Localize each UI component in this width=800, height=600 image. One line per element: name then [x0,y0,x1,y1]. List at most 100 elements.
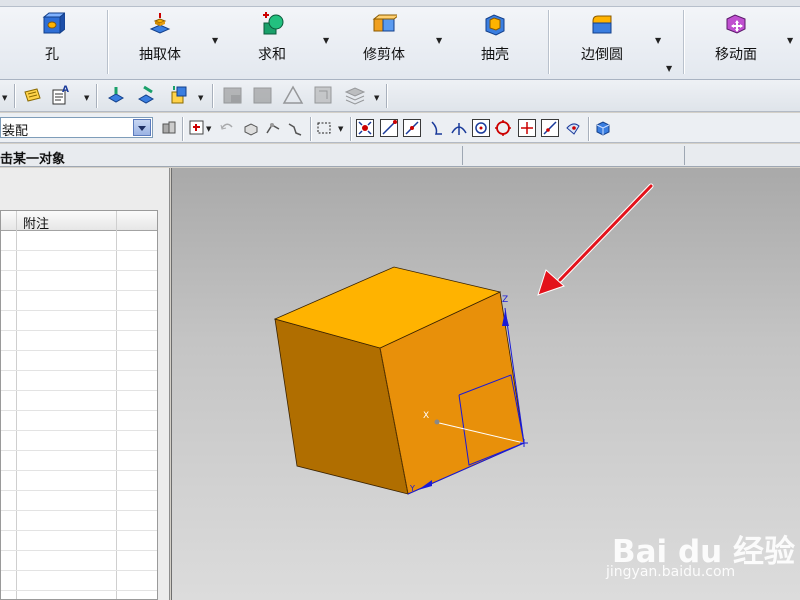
snap-existing-point-icon[interactable] [518,119,536,137]
select-feature-dropdown-caret[interactable]: ▼ [206,125,211,133]
navigator-row[interactable] [1,471,157,491]
pmi-note-icon[interactable] [22,84,44,106]
extract-body-icon [147,11,173,37]
combo-dropdown-button[interactable] [133,119,151,136]
navigator-row[interactable] [1,311,157,331]
shell-icon [482,11,508,37]
navigator-row[interactable] [1,391,157,411]
graphics-window[interactable]: Z X Y [171,168,800,600]
trim-body-label: 修剪体 [363,47,405,63]
column-header-notes[interactable]: 附注 [23,213,49,232]
snap-quadrant-icon[interactable] [494,119,512,137]
move-face-dropdown-caret[interactable]: ▼ [787,36,793,45]
snap-point-on-curve-icon[interactable] [541,119,559,137]
svg-text:A: A [62,85,69,95]
filter-settings-icon[interactable] [160,119,178,137]
rectangle-select-icon[interactable] [316,119,334,137]
trim-body-dropdown-caret[interactable]: ▼ [436,36,442,45]
toolbar-separator [310,117,311,141]
snap-intersection-icon[interactable] [450,119,468,137]
triangle-shape-icon[interactable] [282,84,304,106]
assembly-dropdown-caret[interactable]: ▼ [198,94,203,102]
ribbon-separator [683,10,684,74]
annotation-dropdown-caret[interactable]: ▼ [84,94,89,102]
select-body-icon[interactable] [242,119,260,137]
unite-icon [259,11,285,37]
layers-icon[interactable] [344,84,366,106]
navigator-row[interactable] [1,331,157,351]
unite-button[interactable]: 求和 [250,8,294,76]
snap-point-on-face-icon[interactable] [564,119,582,137]
move-component-icon[interactable] [136,84,158,106]
snap-control-point-icon[interactable] [356,119,374,137]
extract-body-button[interactable]: 抽取体 [132,8,188,76]
navigator-row[interactable] [1,431,157,451]
prompt-text: 击某一对象 [0,152,66,167]
navigator-row[interactable] [1,271,157,291]
navigator-row[interactable] [1,571,157,591]
ribbon-group-more-caret[interactable]: ▼ [666,64,672,73]
toolbar-separator [588,117,589,141]
part-navigator-grid[interactable]: 附注 [0,210,158,600]
drawing-view-icon[interactable] [312,84,334,106]
assembly-constraint-icon[interactable] [106,84,128,106]
status-divider [462,146,463,165]
callout-arrow [537,183,654,296]
hole-label: 孔 [45,47,59,63]
edge-blend-dropdown-caret[interactable]: ▼ [655,36,661,45]
grid-header: 附注 [1,211,157,232]
navigator-row[interactable] [1,411,157,431]
navigator-row[interactable] [1,491,157,511]
move-face-label: 移动面 [715,47,757,63]
navigator-row[interactable] [1,291,157,311]
view-orientation-cube-icon[interactable] [594,119,612,137]
ribbon-top-strip [0,0,800,7]
hole-button[interactable]: 孔 [30,8,74,76]
navigator-row[interactable] [1,351,157,371]
ribbon-separator [548,10,549,74]
shell-label: 抽壳 [481,47,509,63]
trim-body-button[interactable]: 修剪体 [356,8,412,76]
selection-scope-combo[interactable]: 装配 [0,117,153,139]
feature-toolbar: ▼ A ▼ ▼ ▼ [0,80,800,112]
text-annotation-icon[interactable]: A [50,84,72,106]
extract-body-dropdown-caret[interactable]: ▼ [212,36,218,45]
select-tangent-icon[interactable] [286,119,304,137]
navigator-row[interactable] [1,451,157,471]
svg-text:Y: Y [409,484,415,493]
view-section-icon[interactable] [222,84,244,106]
navigator-row[interactable] [1,551,157,571]
part-navigator-panel: 附注 [0,168,170,600]
navigator-row[interactable] [1,531,157,551]
move-face-button[interactable]: 移动面 [708,8,764,76]
edge-blend-button[interactable]: 边倒圆 [574,8,630,76]
unite-dropdown-caret[interactable]: ▼ [323,36,329,45]
extract-body-label: 抽取体 [139,47,181,63]
snap-midpoint-icon[interactable] [403,119,421,137]
toolbar-separator [350,117,351,141]
navigator-row[interactable] [1,511,157,531]
select-edge-icon[interactable] [264,119,282,137]
ribbon-bar: 孔 抽取体 ▼ 求和 ▼ 修剪体 ▼ 抽壳 边倒圆 ▼ ▼ 移动面 ▼ [0,0,800,80]
hole-icon [39,11,67,37]
toolbar-overflow-caret[interactable]: ▼ [2,94,7,102]
svg-text:X: X [423,411,429,421]
snap-arc-center-icon[interactable] [472,119,490,137]
selection-toolbar: 装配 ▼ ▼ [0,113,800,143]
navigator-row[interactable] [1,371,157,391]
undo-select-icon[interactable] [218,119,236,137]
unite-label: 求和 [258,47,286,63]
navigator-row[interactable] [1,231,157,251]
edge-blend-label: 边倒圆 [581,47,623,63]
snap-endpoint-icon[interactable] [380,119,398,137]
toolbar-separator [386,84,387,108]
toolbar-separator [212,84,213,108]
view-dropdown-caret[interactable]: ▼ [374,94,379,102]
select-feature-icon[interactable] [188,119,206,137]
snap-curve-icon[interactable] [428,119,446,137]
shell-button[interactable]: 抽壳 [475,8,515,76]
rectangle-select-dropdown-caret[interactable]: ▼ [338,125,343,133]
view-plane-icon[interactable] [252,84,274,106]
navigator-row[interactable] [1,251,157,271]
add-component-icon[interactable] [168,84,190,106]
